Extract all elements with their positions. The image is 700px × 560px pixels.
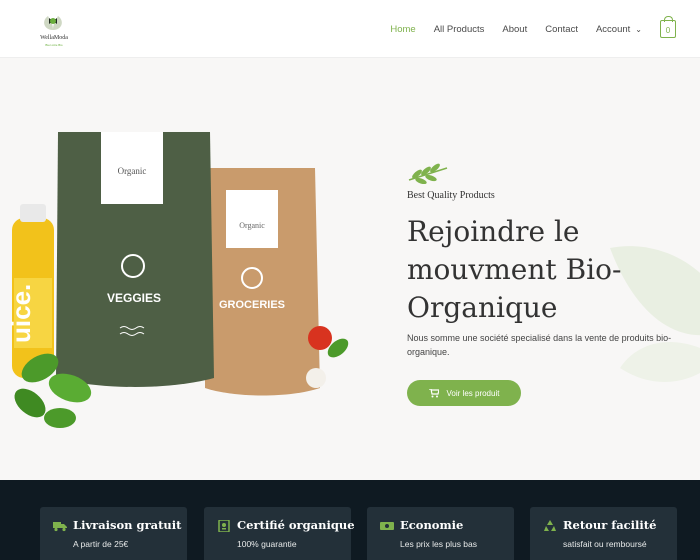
main-nav: Home All Products About Contact Account … <box>390 0 700 58</box>
features-section: Livraison gratuit A partir de 25€ Certif… <box>0 480 700 560</box>
nav-account-label: Account <box>595 23 631 35</box>
logo-tagline: Bien être Bio <box>45 43 63 47</box>
feature-card: Retour facilité satisfait ou remboursé <box>530 507 677 560</box>
olive-branch-icon <box>408 163 448 184</box>
truck-icon <box>53 522 67 532</box>
feature-title: Certifié organique <box>237 518 355 532</box>
money-icon <box>380 522 394 530</box>
chevron-down-icon: ⌄ <box>635 24 642 34</box>
hero-description: Nous somme une société specialisé dans l… <box>407 333 672 357</box>
nav-account[interactable]: Account ⌄ <box>596 24 642 35</box>
feature-card: Certifié organique 100% guarantie <box>204 507 355 560</box>
logo-leaf-icon <box>44 16 62 30</box>
cart-icon <box>428 388 439 397</box>
feature-subtitle: Les prix les plus bas <box>400 539 478 549</box>
cart-button[interactable]: 0 <box>660 16 676 38</box>
hero-headline: Rejoindre le mouvment Bio- Organique <box>407 213 692 327</box>
hero-content: Best Quality Products Rejoindre le mouvm… <box>407 162 692 406</box>
nav-home[interactable]: Home <box>390 24 415 35</box>
view-products-button[interactable]: Voir les produit <box>407 380 521 406</box>
nav-all-products[interactable]: All Products <box>434 24 485 35</box>
headline-line: Organique <box>407 291 558 324</box>
nav-contact[interactable]: Contact <box>545 24 578 35</box>
hero-eyebrow: Best Quality Products <box>407 190 495 201</box>
feature-subtitle: 100% guarantie <box>237 539 297 549</box>
cart-count: 0 <box>665 26 671 35</box>
bag2-name: GROCERIES <box>219 299 285 311</box>
feature-subtitle: satisfait ou remboursé <box>563 539 647 549</box>
certificate-icon <box>218 520 230 532</box>
feature-subtitle: A partir de 25€ <box>73 539 129 549</box>
site-header: WellaModa Bien être Bio Home All Product… <box>0 0 700 58</box>
recycle-icon <box>544 520 556 531</box>
logo-name: WellaModa <box>40 35 68 41</box>
feature-card: Livraison gratuit A partir de 25€ <box>40 507 187 560</box>
feature-title: Livraison gratuit <box>73 518 182 532</box>
bag1-brand: Organic <box>118 166 147 176</box>
hero-section: uice. Organic GROCERIES Organic VEGGIES <box>0 58 700 480</box>
bag1-name: VEGGIES <box>107 291 161 305</box>
feature-card: Economie Les prix les plus bas <box>367 507 514 560</box>
headline-line: Rejoindre le <box>407 215 580 248</box>
headline-line: mouvment Bio- <box>407 253 622 286</box>
bottle-label: uice. <box>6 284 36 343</box>
nav-about[interactable]: About <box>502 24 527 35</box>
feature-title: Retour facilité <box>563 518 657 532</box>
site-logo[interactable]: WellaModa Bien être Bio <box>34 8 74 50</box>
product-illustration: uice. Organic GROCERIES Organic VEGGIES <box>6 132 349 428</box>
feature-title: Economie <box>400 518 464 532</box>
view-products-label: Voir les produit <box>446 388 500 398</box>
bag2-brand: Organic <box>239 221 265 230</box>
